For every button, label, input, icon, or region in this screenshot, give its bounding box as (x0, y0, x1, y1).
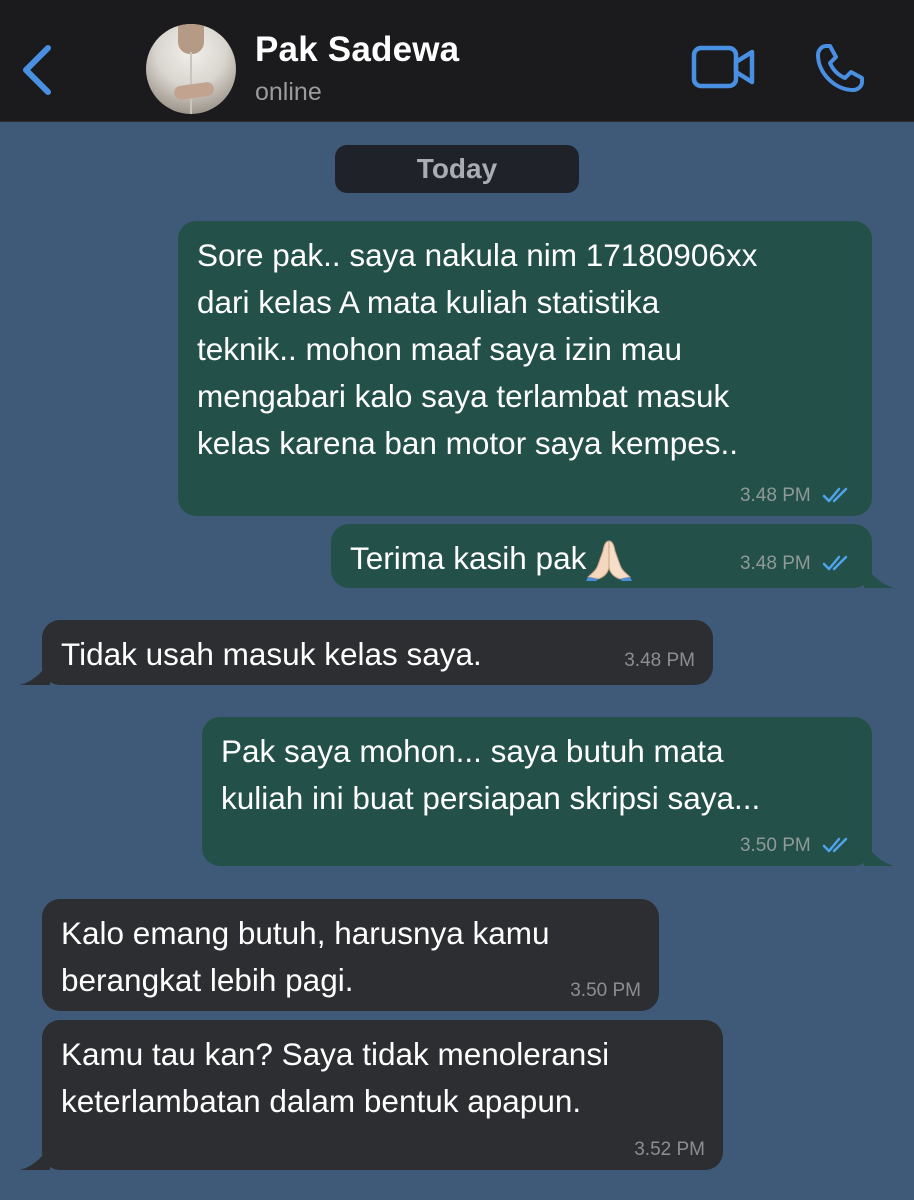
message-time: 3.50 PM (570, 980, 641, 1001)
incoming-message[interactable]: Tidak usah masuk kelas saya. 3.48 PM (20, 620, 713, 685)
avatar[interactable] (146, 24, 236, 114)
message-text-line: Pak saya mohon... saya butuh mata (221, 733, 724, 769)
folded-hands-emoji (586, 540, 633, 581)
message-text-line: berangkat lebih pagi. (61, 962, 354, 998)
message-meta: 3.48 PM (740, 554, 852, 574)
message-text-line: teknik.. mohon maaf saya izin mau (197, 331, 682, 367)
date-separator: Today (335, 145, 579, 193)
contact-name[interactable]: Pak Sadewa (255, 30, 459, 70)
message-text-line: dari kelas A mata kuliah statistika (197, 284, 660, 320)
double-check-icon (822, 837, 848, 853)
double-check-icon (822, 487, 848, 503)
message-text-line: Kamu tau kan? Saya tidak menoleransi (61, 1036, 610, 1072)
message-text: Terima kasih pak (350, 540, 587, 576)
message-time: 3.48 PM (739, 553, 811, 574)
back-button[interactable] (14, 40, 64, 100)
message-meta: 3.52 PM (634, 1140, 705, 1160)
voice-call-button[interactable] (812, 40, 868, 96)
message-meta: 3.50 PM (740, 836, 852, 856)
double-check-icon (822, 555, 848, 571)
bubble-tail (20, 659, 50, 685)
bubble-tail (864, 840, 894, 866)
message-text-line: Kalo emang butuh, harusnya kamu (61, 915, 550, 951)
message-text-line: keterlambatan dalam bentuk apapun. (61, 1083, 582, 1119)
message-text: Tidak usah masuk kelas saya. (61, 636, 482, 672)
incoming-message[interactable]: Kamu tau kan? Saya tidak menoleransi ket… (20, 1020, 723, 1170)
incoming-message[interactable]: Kalo emang butuh, harusnya kamu berangka… (42, 899, 659, 1011)
message-time: 3.48 PM (739, 485, 811, 506)
message-meta: 3.48 PM (740, 486, 852, 506)
bubble-tail (864, 562, 894, 588)
chat-header: Pak Sadewa online (0, 0, 914, 122)
message-meta: 3.48 PM (624, 651, 695, 671)
outgoing-message[interactable]: Sore pak.. saya nakula nim 17180906xx da… (178, 221, 872, 516)
phone-icon (816, 44, 864, 92)
message-meta: 3.50 PM (570, 981, 641, 1001)
video-camera-icon (691, 45, 755, 89)
message-time: 3.52 PM (634, 1139, 705, 1160)
message-text-line: mengabari kalo saya terlambat masuk (197, 378, 730, 414)
outgoing-message[interactable]: Terima kasih pak 3.48 PM (331, 524, 894, 588)
video-call-button[interactable] (690, 44, 758, 92)
message-text-line: Sore pak.. saya nakula nim 17180906xx (197, 237, 758, 273)
message-time: 3.48 PM (624, 650, 695, 671)
message-text-line: kuliah ini buat persiapan skripsi saya..… (221, 780, 761, 816)
bubble-tail (20, 1144, 50, 1170)
contact-status: online (255, 78, 322, 106)
message-text-line: kelas karena ban motor saya kempes.. (197, 425, 739, 461)
message-time: 3.50 PM (739, 835, 811, 856)
chevron-left-icon (23, 45, 51, 95)
outgoing-message[interactable]: Pak saya mohon... saya butuh mata kuliah… (202, 717, 894, 866)
